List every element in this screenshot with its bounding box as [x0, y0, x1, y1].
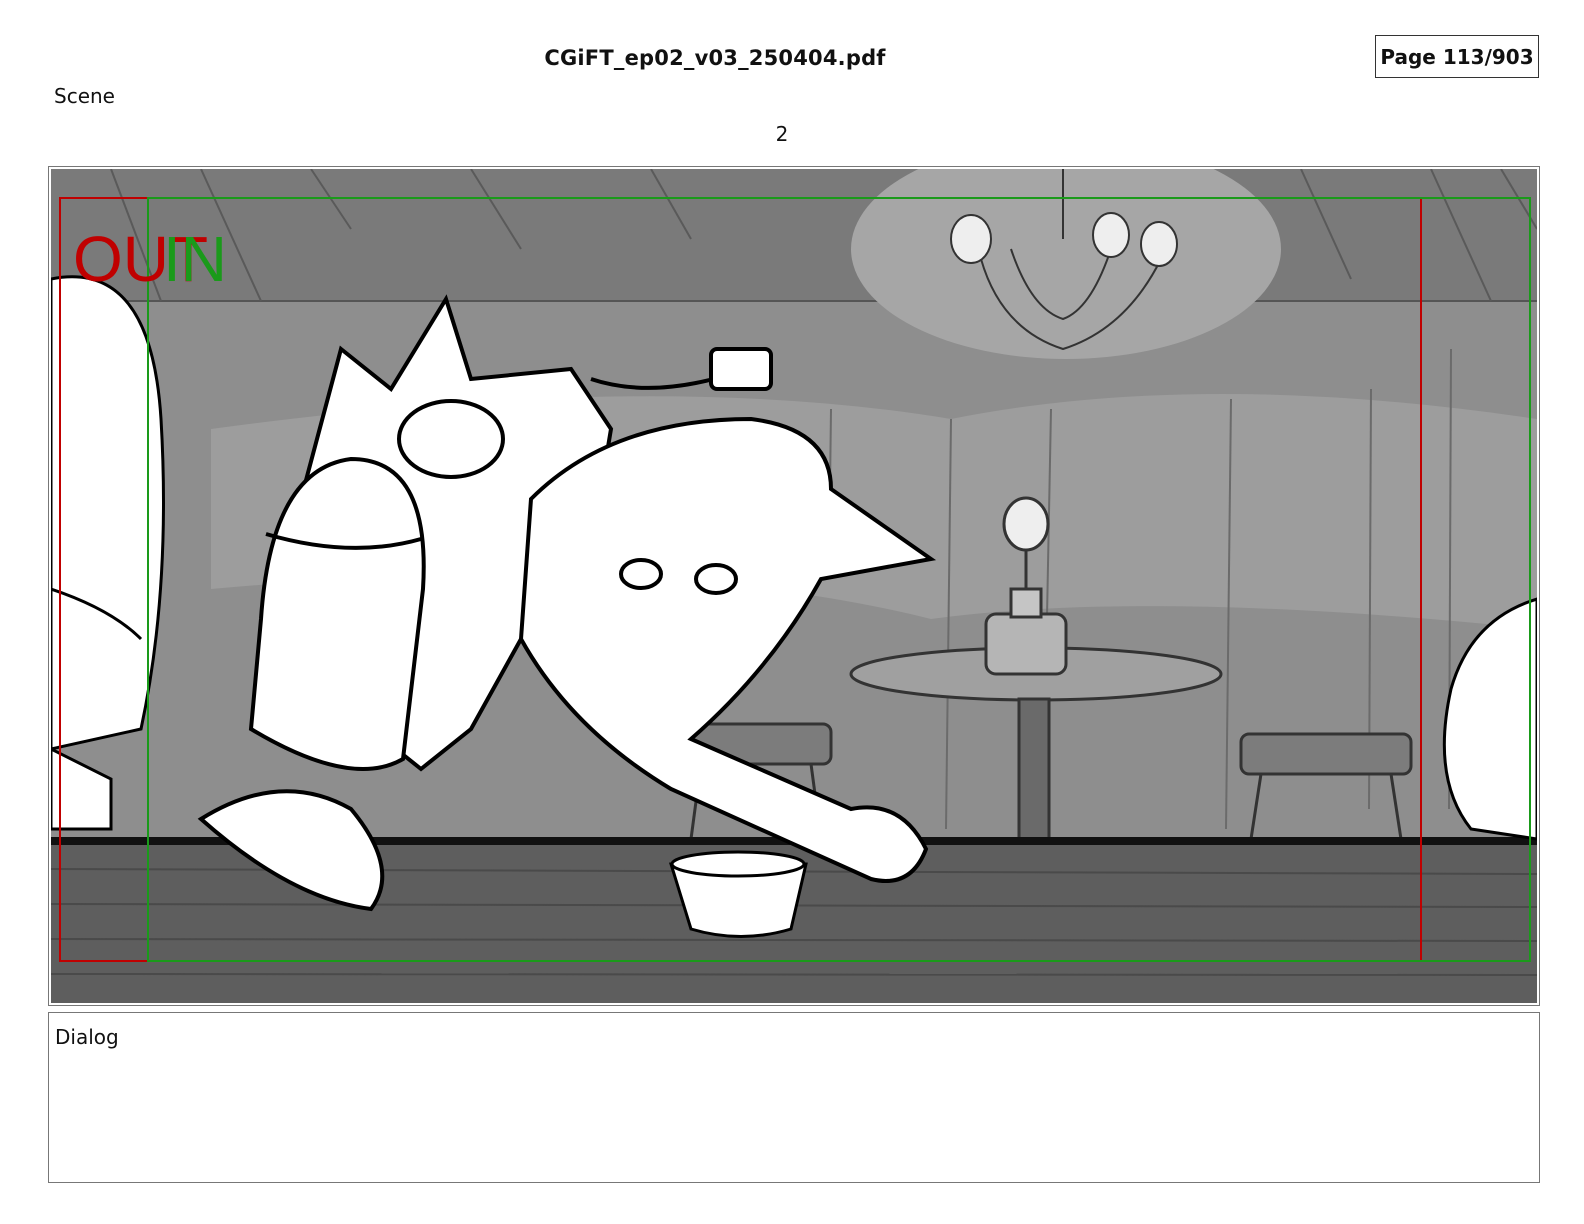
storyboard-drawing: OUT IN	[51, 169, 1537, 1003]
dialog-box: Dialog	[48, 1012, 1540, 1183]
scene-number: 2	[775, 122, 789, 146]
overlay-in: IN	[163, 223, 227, 295]
dialog-label: Dialog	[55, 1025, 119, 1049]
scene-label: Scene	[54, 84, 115, 108]
file-title: CGiFT_ep02_v03_250404.pdf	[544, 46, 886, 70]
bowl	[669, 850, 808, 938]
ceiling	[51, 169, 1537, 301]
storyboard-panel: OUT IN	[48, 166, 1540, 1006]
page-indicator: Page 113/903	[1375, 35, 1539, 78]
